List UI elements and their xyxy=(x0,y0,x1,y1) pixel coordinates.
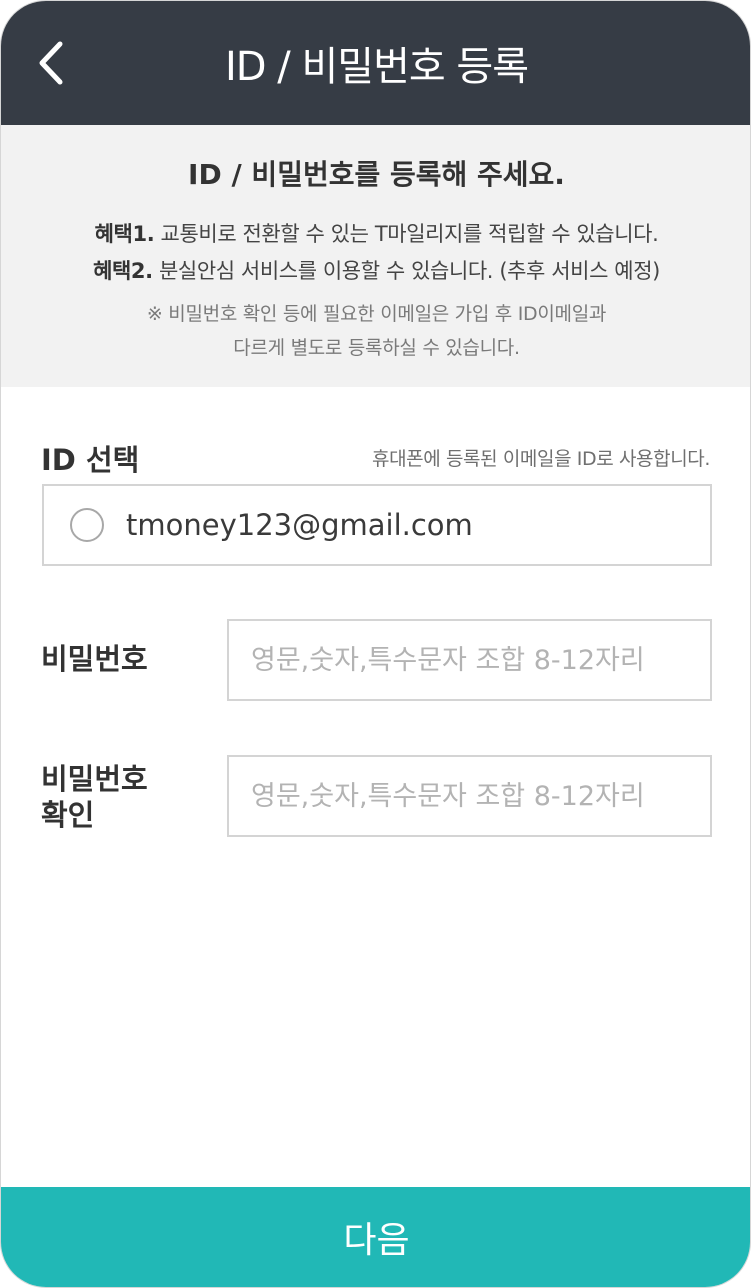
info-note: ※ 비밀번호 확인 등에 필요한 이메일은 가입 후 ID이메일과 다르게 별도… xyxy=(1,297,750,365)
registration-screen: ID / 비밀번호 등록 ID / 비밀번호를 등록해 주세요. 혜택1. 교통… xyxy=(0,0,751,1288)
password-confirm-label-line-1: 비밀번호 xyxy=(41,762,148,796)
password-confirm-label-line-2: 확인 xyxy=(41,798,95,832)
next-button[interactable]: 다음 xyxy=(1,1187,750,1287)
benefit-2-label: 혜택2. xyxy=(93,259,153,283)
radio-unchecked-icon[interactable] xyxy=(70,508,104,542)
benefit-2: 혜택2. 분실안심 서비스를 이용할 수 있습니다. (추후 서비스 예정) xyxy=(1,255,750,285)
password-confirm-label: 비밀번호 확인 xyxy=(41,761,148,833)
info-title: ID / 비밀번호를 등록해 주세요. xyxy=(188,158,565,191)
id-email-option[interactable]: tmoney123@gmail.com xyxy=(42,484,712,566)
info-note-line-2: 다르게 별도로 등록하실 수 있습니다. xyxy=(233,337,520,359)
info-panel: ID / 비밀번호를 등록해 주세요. 혜택1. 교통비로 전환할 수 있는 T… xyxy=(1,125,750,387)
benefit-1: 혜택1. 교통비로 전환할 수 있는 T마일리지를 적립할 수 있습니다. xyxy=(1,218,750,248)
header-bar: ID / 비밀번호 등록 xyxy=(1,1,750,125)
benefit-1-label: 혜택1. xyxy=(94,222,155,246)
info-note-line-1: ※ 비밀번호 확인 등에 필요한 이메일은 가입 후 ID이메일과 xyxy=(146,303,607,325)
benefit-1-text: 교통비로 전환할 수 있는 T마일리지를 적립할 수 있습니다. xyxy=(154,222,659,246)
password-label: 비밀번호 xyxy=(41,642,148,676)
id-email-text: tmoney123@gmail.com xyxy=(126,508,473,542)
benefit-2-text: 분실안심 서비스를 이용할 수 있습니다. (추후 서비스 예정) xyxy=(152,259,660,283)
password-confirm-input[interactable] xyxy=(227,755,712,837)
password-input[interactable] xyxy=(227,619,712,701)
id-select-label: ID 선택 xyxy=(41,443,140,477)
id-select-hint: 휴대폰에 등록된 이메일을 ID로 사용합니다. xyxy=(372,448,710,470)
page-title: ID / 비밀번호 등록 xyxy=(224,44,529,90)
